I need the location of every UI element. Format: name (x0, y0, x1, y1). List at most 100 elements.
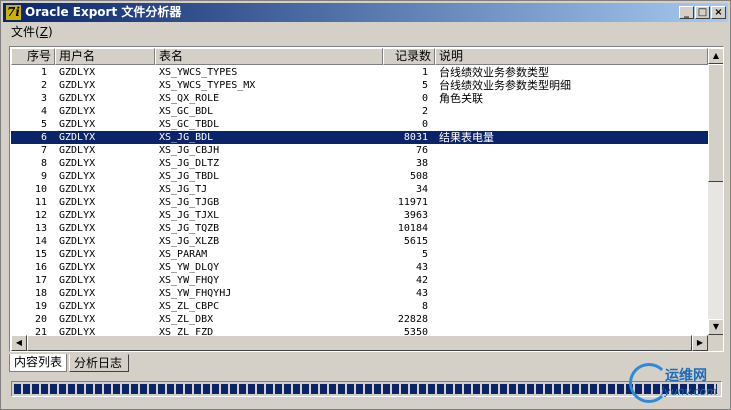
scroll-left-icon: ◀ (15, 338, 23, 347)
cell-no: 19 (34, 301, 47, 312)
cell-desc (439, 209, 699, 222)
table-row[interactable]: 2 GZDLYX XS_YWCS_TYPES_MX 5 台线绩效业务参数类型明细 (11, 79, 708, 92)
cell-count: 5 (421, 80, 428, 91)
cell-count: 43 (415, 288, 428, 299)
maximize-icon: □ (697, 7, 708, 18)
table-row[interactable]: 16 GZDLYX XS_YW_DLQY 43 (11, 261, 708, 274)
cell-count: 5 (421, 249, 428, 260)
title-bar[interactable]: 7i Oracle Export 文件分析器 _ □ × (3, 3, 728, 22)
main-window: 7i Oracle Export 文件分析器 _ □ × 文件(Z) 序号 用户… (0, 0, 731, 410)
scroll-up-button[interactable]: ▲ (708, 48, 723, 64)
cell-count: 43 (415, 262, 428, 273)
table-row[interactable]: 9 GZDLYX XS_JG_TBDL 508 (11, 170, 708, 183)
column-header-user[interactable]: 用户名 (55, 48, 155, 65)
column-header-count[interactable]: 记录数 (383, 48, 435, 65)
table-row[interactable]: 6 GZDLYX XS_JG_BDL 8031 结果表电量 (11, 131, 708, 144)
cell-count: 2 (421, 106, 428, 117)
menu-file-accelerator: Z (39, 25, 48, 39)
vertical-scroll-thumb[interactable] (708, 64, 723, 182)
minimize-icon: _ (684, 7, 689, 18)
cell-desc (439, 183, 699, 196)
cell-no: 20 (34, 314, 47, 325)
column-header-desc[interactable]: 说明 (435, 48, 708, 65)
close-icon: × (714, 7, 723, 18)
table-row[interactable]: 17 GZDLYX XS_YW_FHQY 42 (11, 274, 708, 287)
table-row[interactable]: 5 GZDLYX XS_GC_TBDL 0 (11, 118, 708, 131)
table-row[interactable]: 10 GZDLYX XS_JG_TJ 34 (11, 183, 708, 196)
cell-no: 10 (34, 184, 47, 195)
watermark-url: iyunv.com (661, 385, 718, 398)
table-row[interactable]: 15 GZDLYX XS_PARAM 5 (11, 248, 708, 261)
cell-count: 8 (421, 301, 428, 312)
cell-desc: 台线绩效业务参数类型明细 (439, 79, 571, 92)
cell-user: GZDLYX (59, 236, 96, 247)
cell-count: 11971 (397, 197, 428, 208)
scroll-down-icon: ▼ (712, 322, 720, 331)
cell-desc: 角色关联 (439, 92, 483, 105)
cell-no: 9 (40, 171, 47, 182)
close-button[interactable]: × (711, 6, 726, 19)
table-row[interactable]: 13 GZDLYX XS_JG_TQZB 10184 (11, 222, 708, 235)
scroll-right-button[interactable]: ▶ (692, 335, 708, 351)
cell-desc (439, 222, 699, 235)
cell-count: 508 (409, 171, 428, 182)
cell-count: 5615 (403, 236, 428, 247)
cell-count: 42 (415, 275, 428, 286)
cell-user: GZDLYX (59, 197, 96, 208)
column-header-table[interactable]: 表名 (155, 48, 383, 65)
table-list[interactable]: 序号 用户名 表名 记录数 说明 1 GZDLYX XS_YWCS_TYPES 1 台线… (9, 46, 724, 352)
cell-desc (439, 248, 699, 261)
cell-desc: 台线绩效业务参数类型 (439, 66, 549, 79)
vertical-scrollbar[interactable]: ▲ ▼ (708, 48, 723, 335)
cell-desc (439, 105, 699, 118)
cell-user: GZDLYX (59, 132, 96, 143)
table-row[interactable]: 4 GZDLYX XS_GC_BDL 2 (11, 105, 708, 118)
minimize-button[interactable]: _ (679, 6, 694, 19)
cell-no: 12 (34, 210, 47, 221)
menu-file-label: 文件 (11, 25, 36, 39)
table-row[interactable]: 8 GZDLYX XS_JG_DLTZ 38 (11, 157, 708, 170)
maximize-button[interactable]: □ (695, 6, 710, 19)
cell-count: 8031 (403, 132, 428, 143)
cell-user: GZDLYX (59, 93, 96, 104)
cell-count: 10184 (397, 223, 428, 234)
cell-user: GZDLYX (59, 119, 96, 130)
window-title: Oracle Export 文件分析器 (25, 5, 182, 19)
cell-user: GZDLYX (59, 314, 96, 325)
cell-desc (439, 261, 699, 274)
table-row[interactable]: 19 GZDLYX XS_ZL_CBPC 8 (11, 300, 708, 313)
cell-count: 0 (421, 119, 428, 130)
cell-desc (439, 300, 699, 313)
watermark-text: 运维网 (665, 368, 707, 384)
scrollbar-corner (708, 335, 723, 351)
table-header: 序号 用户名 表名 记录数 说明 (11, 48, 708, 65)
column-header-no[interactable]: 序号 (11, 48, 55, 65)
table-row[interactable]: 18 GZDLYX XS_YW_FHQYHJ 43 (11, 287, 708, 300)
tab-content-list[interactable]: 内容列表 (9, 354, 67, 372)
cell-no: 4 (40, 106, 47, 117)
cell-user: GZDLYX (59, 67, 96, 78)
table-row[interactable]: 1 GZDLYX XS_YWCS_TYPES 1 台线绩效业务参数类型 (11, 66, 708, 79)
cell-user: GZDLYX (59, 210, 96, 221)
cell-user: GZDLYX (59, 275, 96, 286)
cell-user: GZDLYX (59, 80, 96, 91)
cell-no: 2 (40, 80, 47, 91)
cell-count: 76 (415, 145, 428, 156)
table-row[interactable]: 3 GZDLYX XS_QX_ROLE 0 角色关联 (11, 92, 708, 105)
horizontal-scroll-thumb[interactable] (27, 335, 692, 351)
cell-no: 15 (34, 249, 47, 260)
table-row[interactable]: 14 GZDLYX XS_JG_XLZB 5615 (11, 235, 708, 248)
menu-file[interactable]: 文件(Z) (11, 25, 53, 39)
tab-analysis-log[interactable]: 分析日志 (69, 354, 129, 372)
table-row[interactable]: 11 GZDLYX XS_JG_TJGB 11971 (11, 196, 708, 209)
cell-count: 34 (415, 184, 428, 195)
cell-desc (439, 313, 699, 326)
table-row[interactable]: 7 GZDLYX XS_JG_CBJH 76 (11, 144, 708, 157)
table-row[interactable]: 20 GZDLYX XS_ZL_DBX 22828 (11, 313, 708, 326)
horizontal-scrollbar[interactable]: ◀ ▶ (11, 335, 708, 351)
scroll-left-button[interactable]: ◀ (11, 335, 27, 351)
scroll-down-button[interactable]: ▼ (708, 319, 723, 335)
progress-bar (11, 381, 722, 397)
table-row[interactable]: 12 GZDLYX XS_JG_TJXL 3963 (11, 209, 708, 222)
app-icon: 7i (6, 5, 21, 20)
